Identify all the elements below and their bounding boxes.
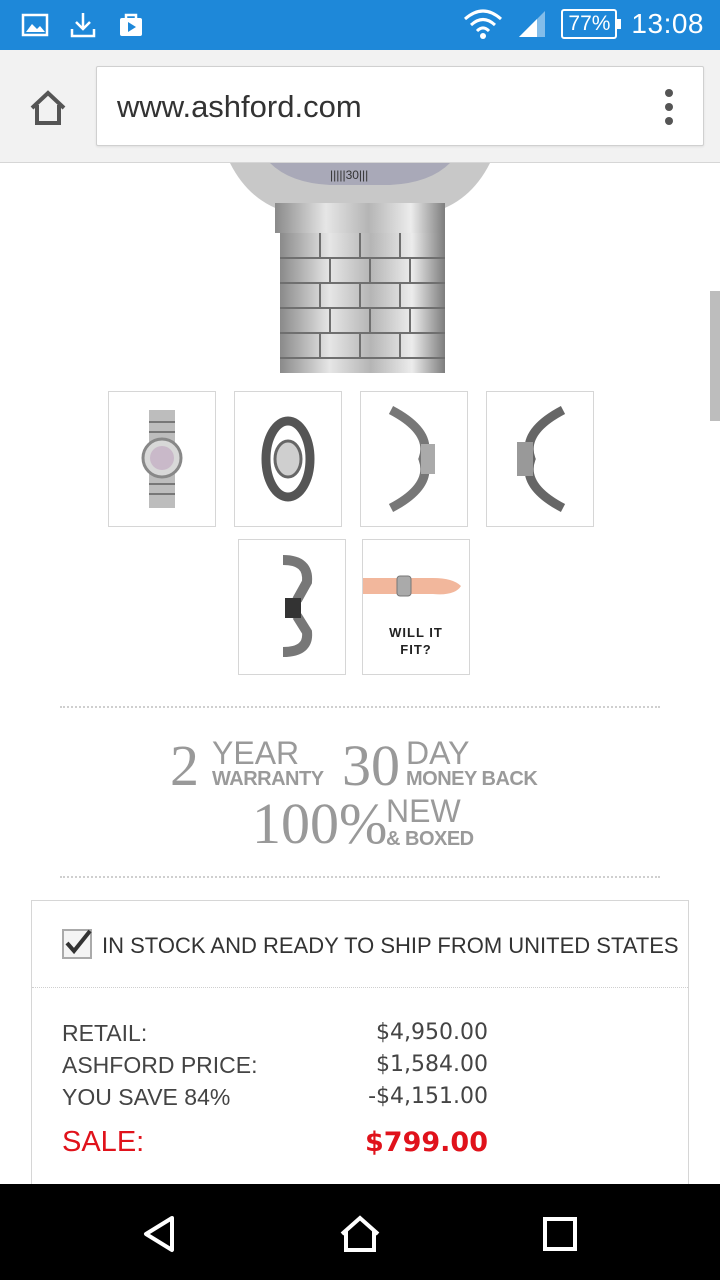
ashford-price-value: $1,584.00 bbox=[376, 1052, 488, 1077]
browser-toolbar: www.ashford.com bbox=[0, 50, 720, 163]
you-save-value: -$4,151.00 bbox=[368, 1084, 488, 1109]
thumbnail-side-left[interactable] bbox=[486, 391, 594, 527]
moneyback-number: 30 bbox=[342, 733, 400, 798]
scrollbar[interactable] bbox=[710, 291, 720, 421]
moneyback-small-text: MONEY BACK bbox=[406, 768, 538, 790]
play-store-icon bbox=[120, 13, 142, 36]
moneyback-big-text: DAY bbox=[406, 735, 470, 771]
wifi-icon bbox=[464, 9, 503, 39]
thumbnail-angled-view[interactable] bbox=[234, 391, 342, 527]
stock-price-panel: IN STOCK AND READY TO SHIP FROM UNITED S… bbox=[31, 900, 689, 1184]
stock-status-row: IN STOCK AND READY TO SHIP FROM UNITED S… bbox=[32, 901, 688, 988]
warranty-number: 2 bbox=[170, 733, 199, 798]
new-big-text: NEW bbox=[386, 793, 461, 829]
divider bbox=[60, 706, 660, 708]
watch-angled-image bbox=[261, 416, 315, 502]
page-content: |||||30||| WILL IT FIT? 2 YEAR WARRANTY … bbox=[0, 163, 720, 1184]
download-icon bbox=[70, 13, 96, 38]
navigation-bar bbox=[0, 1184, 720, 1280]
will-it-fit-label: WILL IT FIT? bbox=[389, 625, 443, 657]
status-bar: 77% 13:08 bbox=[0, 0, 720, 50]
thumbnail-will-it-fit[interactable]: WILL IT FIT? bbox=[362, 539, 470, 675]
new-small-text: & BOXED bbox=[386, 828, 474, 850]
you-save-label: YOU SAVE 84% bbox=[62, 1084, 231, 1110]
home-icon[interactable] bbox=[26, 86, 70, 130]
gallery-icon bbox=[21, 13, 49, 37]
sale-price-value: $799.00 bbox=[365, 1127, 488, 1158]
guarantee-banner: 2 YEAR WARRANTY 30 DAY MONEY BACK 100% N… bbox=[0, 729, 720, 859]
watch-front-image bbox=[141, 410, 183, 508]
in-stock-check-icon bbox=[62, 929, 92, 959]
sale-label: SALE: bbox=[62, 1126, 145, 1158]
retail-value: $4,950.00 bbox=[376, 1020, 488, 1045]
warranty-small-text: WARRANTY bbox=[212, 768, 324, 790]
url-bar[interactable]: www.ashford.com bbox=[96, 66, 704, 146]
recents-square-icon[interactable] bbox=[538, 1212, 582, 1256]
thumbnail-front-view[interactable] bbox=[108, 391, 216, 527]
battery-indicator: 77% bbox=[561, 9, 622, 39]
watch-clasp-image bbox=[282, 555, 313, 657]
divider bbox=[60, 876, 660, 878]
product-main-image[interactable]: |||||30||| bbox=[220, 163, 510, 373]
svg-text:|||||30|||: |||||30||| bbox=[330, 168, 368, 182]
clock: 13:08 bbox=[631, 8, 704, 39]
wrist-fit-image bbox=[363, 575, 461, 597]
home-circle-icon[interactable] bbox=[338, 1212, 382, 1256]
thumbnail-side-right[interactable] bbox=[360, 391, 468, 527]
ashford-price-label: ASHFORD PRICE: bbox=[62, 1052, 258, 1078]
thumbnail-clasp-view[interactable] bbox=[238, 539, 346, 675]
watch-side-right-image bbox=[388, 406, 435, 512]
new-percent: 100% bbox=[252, 791, 388, 856]
back-triangle-icon[interactable] bbox=[138, 1212, 182, 1256]
overflow-menu-icon[interactable] bbox=[663, 89, 675, 125]
warranty-big-text: YEAR bbox=[212, 735, 300, 771]
stock-status-text: IN STOCK AND READY TO SHIP FROM UNITED S… bbox=[102, 933, 679, 958]
retail-label: RETAIL: bbox=[62, 1020, 148, 1046]
watch-side-left-image bbox=[517, 406, 566, 512]
url-text[interactable]: www.ashford.com bbox=[117, 89, 362, 125]
cell-signal-icon bbox=[519, 11, 546, 37]
